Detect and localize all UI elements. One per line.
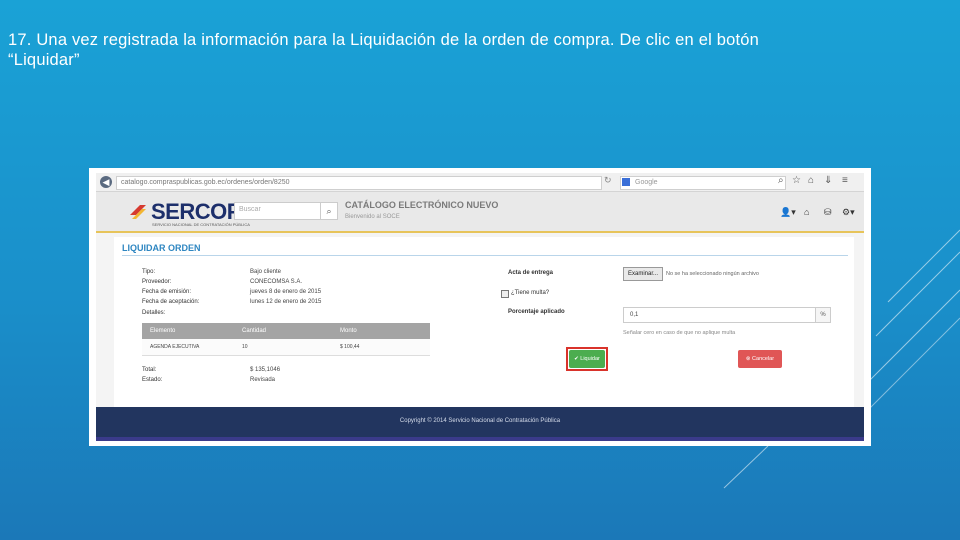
percent-field[interactable]: 0,1 % bbox=[623, 307, 831, 323]
panel-divider bbox=[122, 255, 848, 256]
search-button-icon[interactable]: ⌕ bbox=[320, 203, 337, 219]
panel-title: LIQUIDAR ORDEN bbox=[122, 243, 201, 253]
site-footer: Copyright © 2014 Servicio Nacional de Co… bbox=[96, 407, 864, 441]
multa-label: ¿Tiene multa? bbox=[511, 290, 550, 296]
catalog-title: CATÁLOGO ELECTRÓNICO NUEVO bbox=[345, 200, 499, 210]
col-cantidad: Cantidad bbox=[242, 328, 267, 334]
liquidar-panel: LIQUIDAR ORDEN Tipo: Bajo cliente Provee… bbox=[114, 237, 854, 407]
liquidar-button[interactable]: ✔ Liquidar bbox=[569, 350, 605, 368]
menu-icon[interactable]: ≡ bbox=[842, 175, 848, 186]
emision-label: Fecha de emisión: bbox=[142, 289, 192, 295]
copyright-text: Copyright © 2014 Servicio Nacional de Co… bbox=[399, 418, 561, 424]
proveedor-value: CONECOMSA S.A. bbox=[250, 279, 303, 285]
site-header: SERCOP SERVICIO NACIONAL DE CONTRATACIÓN… bbox=[96, 192, 864, 233]
total-label: Total: bbox=[142, 367, 157, 373]
site-search-input[interactable]: Buscar bbox=[239, 206, 261, 213]
details-table-header: Elemento Cantidad Monto bbox=[142, 323, 430, 339]
acta-label: Acta de entrega bbox=[508, 270, 554, 276]
tipo-value: Bajo cliente bbox=[250, 269, 282, 275]
google-icon bbox=[622, 178, 630, 186]
instruction-line-2: “Liquidar” bbox=[8, 51, 80, 69]
percent-label: Porcentaje aplicado bbox=[508, 309, 565, 315]
star-icon[interactable]: ☆ bbox=[792, 175, 801, 186]
search-icon[interactable]: ⌕ bbox=[778, 175, 784, 186]
no-file-text: No se ha seleccionado ningún archivo bbox=[666, 271, 759, 277]
browser-search-input[interactable]: Google bbox=[620, 176, 786, 190]
browser-toolbar: ◀ catalogo.compraspublicas.gob.ec/ordene… bbox=[96, 173, 864, 192]
proveedor-label: Proveedor: bbox=[142, 279, 172, 285]
settings-icon[interactable]: ⚙▾ bbox=[842, 207, 855, 218]
aceptacion-label: Fecha de aceptación: bbox=[142, 299, 200, 305]
home-icon[interactable]: ⌂ bbox=[808, 175, 814, 186]
home-nav-icon[interactable]: ⌂ bbox=[804, 207, 809, 217]
sercop-logo-icon bbox=[130, 205, 146, 219]
address-bar[interactable]: catalogo.compraspublicas.gob.ec/ordenes/… bbox=[116, 176, 602, 190]
total-value: $ 135,1046 bbox=[250, 367, 281, 373]
col-elemento: Elemento bbox=[150, 328, 176, 334]
reload-icon[interactable]: ↻ bbox=[604, 175, 612, 186]
cell-monto: $ 100,44 bbox=[340, 344, 360, 350]
emision-value: jueves 8 de enero de 2015 bbox=[250, 289, 322, 295]
cell-elemento: AGENDA EJECUTIVA bbox=[150, 344, 200, 350]
percent-input[interactable]: 0,1 bbox=[630, 312, 638, 318]
user-icon[interactable]: 👤▾ bbox=[780, 207, 796, 218]
table-row: AGENDA EJECUTIVA 10 $ 100,44 bbox=[142, 339, 430, 356]
aceptacion-value: lunes 12 de enero de 2015 bbox=[250, 299, 322, 305]
browser-window: ◀ catalogo.compraspublicas.gob.ec/ordene… bbox=[96, 173, 864, 441]
estado-value: Revisada bbox=[250, 377, 276, 383]
site-search[interactable]: Buscar ⌕ bbox=[234, 202, 338, 220]
logo-subtitle: SERVICIO NACIONAL DE CONTRATACIÓN PÚBLIC… bbox=[152, 222, 250, 227]
multa-checkbox[interactable] bbox=[501, 290, 509, 298]
cell-cantidad: 10 bbox=[242, 344, 248, 350]
col-monto: Monto bbox=[340, 328, 357, 334]
download-icon[interactable]: ⇓ bbox=[824, 175, 832, 186]
cart-icon[interactable]: ⛁ bbox=[824, 207, 832, 218]
back-icon[interactable]: ◀ bbox=[100, 176, 112, 188]
browse-button[interactable]: Examinar... bbox=[623, 267, 663, 281]
tipo-label: Tipo: bbox=[142, 269, 156, 275]
catalog-subtitle: Bienvenido al SOCE bbox=[345, 214, 400, 220]
instruction-text: 17. Una vez registrada la información pa… bbox=[8, 30, 948, 70]
estado-label: Estado: bbox=[142, 377, 163, 383]
percent-addon: % bbox=[815, 308, 830, 322]
cancel-button[interactable]: ⊗ Cancelar bbox=[738, 350, 782, 368]
screenshot-frame: ◀ catalogo.compraspublicas.gob.ec/ordene… bbox=[89, 168, 871, 446]
instruction-line-1: 17. Una vez registrada la información pa… bbox=[8, 31, 760, 49]
detalles-label: Detalles: bbox=[142, 310, 166, 316]
percent-hint: Señalar cero en caso de que no aplique m… bbox=[623, 330, 736, 336]
